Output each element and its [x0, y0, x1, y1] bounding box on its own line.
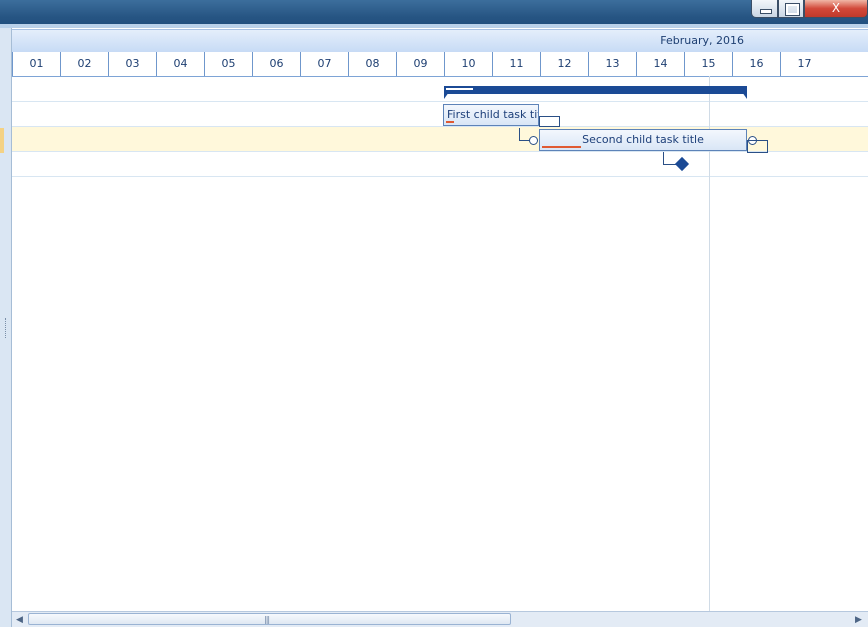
maximize-icon [785, 3, 800, 16]
timeline-day-header: 01 02 03 04 05 06 07 08 09 10 11 12 13 14 15 16 17 [12, 52, 868, 77]
month-label: February, 2016 [660, 34, 744, 47]
day-cell: 10 [444, 52, 492, 76]
horizontal-scrollbar[interactable]: ◀ ||| ▶ [12, 611, 868, 627]
dependency-link [663, 164, 676, 165]
timeline-month-header: February, 2016 [12, 29, 868, 53]
link-start-handle[interactable] [529, 136, 538, 145]
day-cell: 09 [396, 52, 444, 76]
day-cell: 15 [684, 52, 732, 76]
summary-progress [446, 88, 473, 90]
day-cell: 01 [12, 52, 60, 76]
splitter-grip[interactable] [5, 318, 8, 338]
day-cell: 13 [588, 52, 636, 76]
second-child-task-bar[interactable]: Second child task title [539, 129, 747, 151]
minimize-icon [760, 9, 772, 14]
close-icon: X [831, 1, 841, 15]
scroll-right-arrow[interactable]: ▶ [855, 615, 862, 625]
selected-row-marker [0, 128, 4, 153]
first-child-task-title: First child task titl [447, 108, 539, 121]
day-cell: 08 [348, 52, 396, 76]
day-cell: 04 [156, 52, 204, 76]
summary-start-cap [444, 92, 449, 99]
dependency-link [663, 152, 664, 164]
day-cell: 12 [540, 52, 588, 76]
day-cell: 17 [780, 52, 828, 76]
first-child-task-bar[interactable]: First child task titl [443, 104, 539, 126]
scroll-left-arrow[interactable]: ◀ [16, 615, 23, 625]
second-child-task-title: Second child task title [582, 133, 704, 146]
scroll-thumb-grip: ||| [264, 615, 270, 624]
today-line [709, 76, 710, 611]
summary-task-bar[interactable] [444, 86, 747, 94]
day-cell: 14 [636, 52, 684, 76]
day-cell: 06 [252, 52, 300, 76]
maximize-button[interactable] [778, 0, 804, 18]
task-resize-handle[interactable] [539, 116, 560, 127]
task-progress-indicator [446, 121, 454, 123]
gantt-row[interactable] [12, 152, 868, 177]
scroll-thumb[interactable]: ||| [28, 613, 511, 625]
window-title-bar [0, 0, 868, 24]
summary-end-cap [742, 92, 747, 99]
title-bar-border [0, 24, 868, 28]
day-cell: 02 [60, 52, 108, 76]
task-progress-indicator [542, 146, 581, 148]
day-cell: 16 [732, 52, 780, 76]
day-cell: 05 [204, 52, 252, 76]
close-button[interactable]: X [804, 0, 868, 18]
window-bottom [0, 627, 868, 643]
day-cell: 07 [300, 52, 348, 76]
day-cell: 11 [492, 52, 540, 76]
minimize-button[interactable] [751, 0, 778, 18]
window-controls: X [751, 0, 868, 19]
day-cell: 03 [108, 52, 156, 76]
gantt-row[interactable] [12, 102, 868, 127]
splitter-panel[interactable] [0, 28, 12, 627]
task-resize-handle[interactable] [747, 140, 768, 153]
